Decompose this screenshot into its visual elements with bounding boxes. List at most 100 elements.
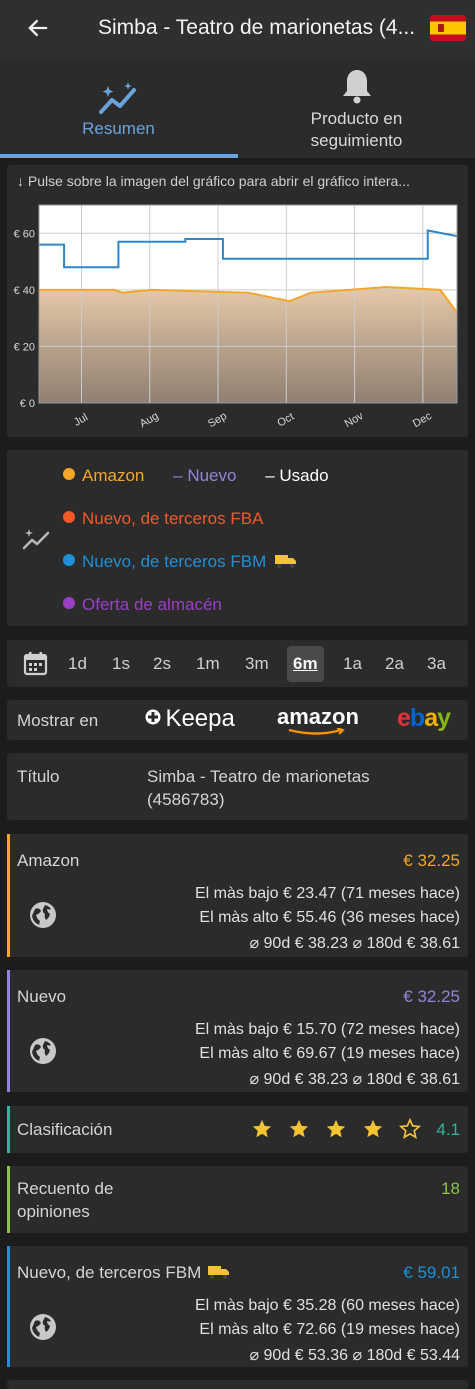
tab-producto-label-1: Producto en — [310, 109, 403, 128]
truck-icon — [274, 555, 296, 568]
reviews-label-2: opiniones — [17, 1202, 90, 1221]
x-tick-label: Aug — [138, 410, 161, 430]
range-1d[interactable]: 1d — [68, 654, 87, 674]
amazon-accent-bar — [7, 834, 10, 957]
title-row: Título Simba - Teatro de marionetas (458… — [7, 753, 468, 820]
globe-icon[interactable] — [29, 1313, 57, 1341]
reviews-value: 18 — [441, 1179, 460, 1198]
nuevo-price-card[interactable]: Nuevo € 32.25 El màs bajo € 15.70 (72 me… — [7, 970, 468, 1092]
amazon-label: Amazon — [17, 851, 80, 870]
globe-icon[interactable] — [29, 1037, 57, 1065]
amazon-price-card[interactable]: Amazon € 32.25 El màs bajo € 23.47 (71 m… — [7, 834, 468, 957]
reviews-label-1: Recuento de — [17, 1179, 114, 1198]
app-header: Simba - Teatro de marionetas (4... — [0, 0, 475, 60]
calendar-icon[interactable] — [23, 651, 48, 676]
legend-row-1: Amazon – Nuevo – Usado — [63, 466, 329, 486]
legend-card: Amazon – Nuevo – Usado Nuevo, de tercero… — [7, 450, 468, 626]
x-tick-label: Sep — [206, 410, 229, 430]
fbm-averages: ⌀ 90d € 53.36 ⌀ 180d € 53.44 — [249, 1347, 460, 1364]
active-tab-indicator — [0, 154, 238, 158]
tab-resumen-label: Resumen — [82, 119, 155, 138]
chart-hint: ↓ Pulse sobre la imagen del gráfico para… — [17, 173, 410, 189]
spain-flag-icon[interactable] — [430, 15, 466, 41]
x-tick-label: Dec — [411, 410, 434, 430]
x-tick-label: Nov — [343, 410, 366, 430]
legend-nuevo-marker: – — [173, 466, 183, 485]
bell-icon — [343, 70, 371, 104]
fbm-lowest: El màs bajo € 35.28 (60 meses hace) — [194, 1297, 460, 1314]
tab-bar: Resumen Producto en seguimiento — [0, 60, 475, 158]
range-3a[interactable]: 3a — [427, 654, 446, 674]
reviews-row: Recuento de opiniones 18 — [7, 1166, 468, 1233]
legend-almacen-dot — [63, 597, 75, 609]
title-value-1: Simba - Teatro de marionetas — [147, 767, 370, 786]
legend-amazon-dot — [63, 468, 75, 480]
title-value-2: (4586783) — [147, 790, 225, 809]
legend-usado-label: Usado — [279, 466, 329, 485]
amazon-averages: ⌀ 90d € 38.23 ⌀ 180d € 38.61 — [249, 935, 460, 952]
nuevo-accent-bar — [7, 970, 10, 1092]
x-tick-label: Jul — [72, 411, 90, 428]
nuevo-averages: ⌀ 90d € 38.23 ⌀ 180d € 38.61 — [249, 1071, 460, 1088]
show-in-row: Mostrar en Keepa amazon ebay — [7, 700, 468, 740]
rating-accent-bar — [7, 1106, 10, 1153]
star-filled-icon — [326, 1119, 346, 1138]
series-area-0 — [39, 287, 457, 403]
legend-fbm[interactable]: Nuevo, de terceros FBM — [63, 552, 297, 572]
legend-amazon[interactable]: Amazon — [63, 466, 144, 485]
show-in-label: Mostrar en — [17, 711, 99, 730]
amazon-lowest: El màs bajo € 23.47 (71 meses hace) — [194, 885, 460, 902]
fbm-price-card[interactable]: Nuevo, de terceros FBM € 59.01 El màs ba… — [7, 1246, 468, 1367]
star-outline-icon — [399, 1118, 421, 1139]
legend-almacen[interactable]: Oferta de almacén — [63, 595, 222, 615]
tab-producto-label-2: seguimiento — [310, 131, 403, 150]
nuevo-lowest: El màs bajo € 15.70 (72 meses hace) — [194, 1021, 460, 1038]
range-6m[interactable]: 6m — [287, 646, 324, 682]
legend-fba-dot — [63, 511, 75, 523]
tab-resumen[interactable]: Resumen — [0, 60, 237, 158]
legend-usado[interactable]: – Usado — [265, 466, 328, 485]
legend-fbm-label: Nuevo, de terceros FBM — [82, 552, 267, 571]
range-1a[interactable]: 1a — [343, 654, 362, 674]
range-1m[interactable]: 1m — [196, 654, 220, 674]
rating-value: 4.1 — [436, 1120, 460, 1139]
range-2s[interactable]: 2s — [153, 654, 171, 674]
y-tick-label: € 0 — [20, 398, 35, 410]
x-tick-label: Oct — [275, 411, 296, 430]
fbm-label-wrap: Nuevo, de terceros FBM — [17, 1263, 230, 1283]
nuevo-price: € 32.25 — [403, 987, 460, 1006]
range-1s[interactable]: 1s — [112, 654, 130, 674]
rating-row: Clasificación 4.1 — [7, 1106, 468, 1153]
legend-fba-label: Nuevo, de terceros FBA — [82, 509, 264, 528]
legend-fbm-dot — [63, 554, 75, 566]
keepa-link[interactable]: Keepa — [145, 705, 235, 733]
legend-almacen-label: Oferta de almacén — [82, 595, 222, 614]
fbm-accent-bar — [7, 1246, 10, 1367]
range-2a[interactable]: 2a — [385, 654, 404, 674]
next-card-peek — [7, 1380, 468, 1389]
star-filled-icon — [252, 1119, 272, 1138]
amazon-smile-icon — [288, 728, 345, 735]
amazon-price: € 32.25 — [403, 851, 460, 870]
globe-icon[interactable] — [29, 901, 57, 929]
page-title: Simba - Teatro de marionetas (4... — [98, 16, 416, 39]
legend-usado-marker: – — [265, 466, 275, 485]
legend-fba[interactable]: Nuevo, de terceros FBA — [63, 509, 263, 529]
star-filled-icon — [363, 1119, 383, 1138]
ebay-link[interactable]: ebay — [397, 704, 451, 733]
keepa-logo-icon — [145, 709, 161, 725]
price-history-chart[interactable]: € 60 € 40 € 20 € 0 Jul Aug Sep Oct Nov Dec — [7, 195, 468, 435]
reviews-accent-bar — [7, 1166, 10, 1233]
range-selector: 1d 1s 2s 1m 3m 6m 1a 2a 3a — [7, 640, 468, 687]
amazon-link[interactable]: amazon — [277, 704, 359, 735]
ebay-logo-text: ebay — [397, 704, 451, 732]
range-3m[interactable]: 3m — [245, 654, 269, 674]
arrow-left-icon[interactable] — [24, 14, 52, 42]
fbm-price: € 59.01 — [403, 1263, 460, 1282]
tab-producto-seguimiento[interactable]: Producto en seguimiento — [238, 60, 475, 158]
y-tick-label: € 60 — [14, 228, 35, 240]
truck-icon — [207, 1266, 229, 1279]
nuevo-highest: El màs alto € 69.67 (19 meses hace) — [199, 1045, 460, 1062]
legend-nuevo[interactable]: – Nuevo — [173, 466, 236, 485]
chart-card[interactable]: ↓ Pulse sobre la imagen del gráfico para… — [7, 165, 468, 437]
